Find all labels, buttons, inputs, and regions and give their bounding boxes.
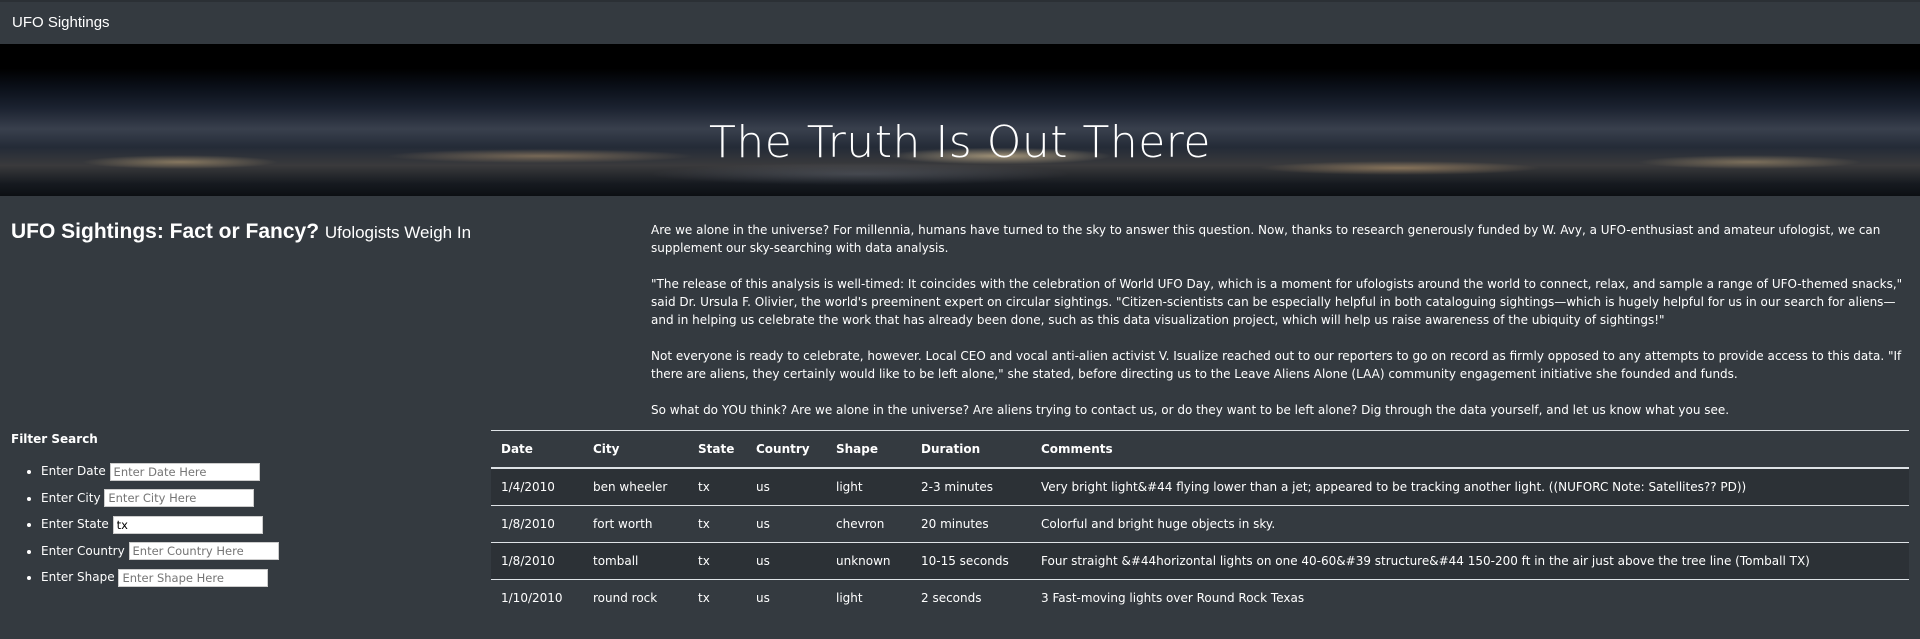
article-paragraph: Not everyone is ready to celebrate, howe… [651, 349, 1902, 381]
article-paragraph: Are we alone in the universe? For millen… [651, 223, 1881, 255]
cell-city: tomball [583, 542, 688, 580]
cell-date: 1/8/2010 [491, 505, 583, 543]
cell-state: tx [688, 505, 746, 543]
article-paragraph: "The release of this analysis is well-ti… [651, 277, 1903, 327]
column-header-duration: Duration [911, 430, 1031, 469]
cell-shape: unknown [826, 542, 911, 580]
article-paragraph: So what do YOU think? Are we alone in th… [651, 403, 1730, 417]
shape-input[interactable] [118, 568, 269, 587]
cell-date: 1/4/2010 [491, 468, 583, 506]
filter-search-title: Filter Search [11, 432, 98, 446]
state-input[interactable] [112, 515, 263, 534]
article-body: Are we alone in the universe? For millen… [651, 221, 1909, 437]
cell-comments: 3 Fast-moving lights over Round Rock Tex… [1041, 591, 1305, 605]
shape-label: Enter Shape [41, 570, 115, 584]
table-row: 1/4/2010 ben wheeler tx us light 2-3 min… [491, 468, 1909, 506]
navbar: UFO Sightings [0, 2, 1920, 44]
date-label: Enter Date [41, 464, 106, 478]
cell-city: ben wheeler [583, 468, 688, 506]
article-headline: UFO Sightings: Fact or Fancy? Ufologists… [11, 220, 481, 244]
state-label: Enter State [41, 517, 109, 531]
table-row: 1/10/2010 round rock tx us light 2 secon… [491, 580, 1909, 617]
cell-comments: Colorful and bright huge objects in sky. [1031, 505, 1909, 543]
cell-state: tx [688, 468, 746, 506]
country-input[interactable] [128, 542, 279, 560]
headline-main: UFO Sightings: Fact or Fancy? [11, 220, 320, 243]
city-label: Enter City [41, 490, 101, 505]
hero-banner: The Truth Is Out There [0, 44, 1920, 196]
ufo-table: Date City State Country Shape Duration C… [491, 430, 1909, 616]
headline-sub: Ufologists Weigh In [324, 223, 472, 242]
cell-country: us [746, 468, 826, 506]
date-input[interactable] [109, 462, 260, 481]
cell-comments: Very bright light&#44 flying lower than … [1031, 468, 1909, 506]
cell-country: us [746, 505, 826, 543]
cell-country: us [746, 542, 826, 580]
city-input[interactable] [104, 489, 255, 507]
cell-shape: chevron [826, 505, 911, 543]
cell-comments: Four straight &#44horizontal lights on o… [1031, 542, 1909, 580]
cell-state: tx [688, 542, 746, 580]
column-header-country: Country [746, 430, 826, 469]
filter-item-state: Enter State [41, 513, 279, 540]
table-header: Date City State Country Shape Duration C… [491, 430, 1909, 469]
hero-title: The Truth Is Out There [708, 117, 1211, 169]
table-body: 1/4/2010 ben wheeler tx us light 2-3 min… [491, 468, 1909, 616]
table-header-row: Date City State Country Shape Duration C… [491, 430, 1909, 469]
table-row: 1/8/2010 tomball tx us unknown 10-15 sec… [491, 542, 1909, 580]
column-header-state: State [688, 430, 746, 469]
cell-date: 1/8/2010 [491, 542, 583, 580]
filter-item-date: Enter Date [41, 460, 279, 487]
headline-section: UFO Sightings: Fact or Fancy? Ufologists… [11, 220, 481, 244]
country-label: Enter Country [41, 543, 125, 558]
filter-list: Enter Date Enter City Enter State Enter … [11, 460, 279, 593]
table-row: 1/8/2010 fort worth tx us chevron 20 min… [491, 505, 1909, 543]
cell-duration: 2-3 minutes [911, 468, 1031, 506]
cell-date: 1/10/2010 [501, 591, 563, 605]
cell-duration: 2 seconds [921, 591, 982, 605]
cell-country: us [756, 591, 770, 605]
filter-item-city: Enter City [41, 487, 279, 514]
cell-shape: light [826, 468, 911, 506]
column-header-shape: Shape [826, 430, 911, 469]
navbar-brand-link[interactable]: UFO Sightings [12, 14, 110, 31]
column-header-date: Date [491, 430, 583, 469]
cell-city: fort worth [583, 505, 688, 543]
filter-item-shape: Enter Shape [41, 566, 279, 593]
column-header-comments: Comments [1031, 430, 1909, 469]
cell-city: round rock [593, 591, 658, 605]
cell-duration: 20 minutes [911, 505, 1031, 543]
cell-duration: 10-15 seconds [911, 542, 1031, 580]
filter-item-country: Enter Country [41, 540, 279, 567]
cell-state: tx [698, 591, 710, 605]
cell-shape: light [836, 591, 863, 605]
column-header-city: City [583, 430, 688, 469]
